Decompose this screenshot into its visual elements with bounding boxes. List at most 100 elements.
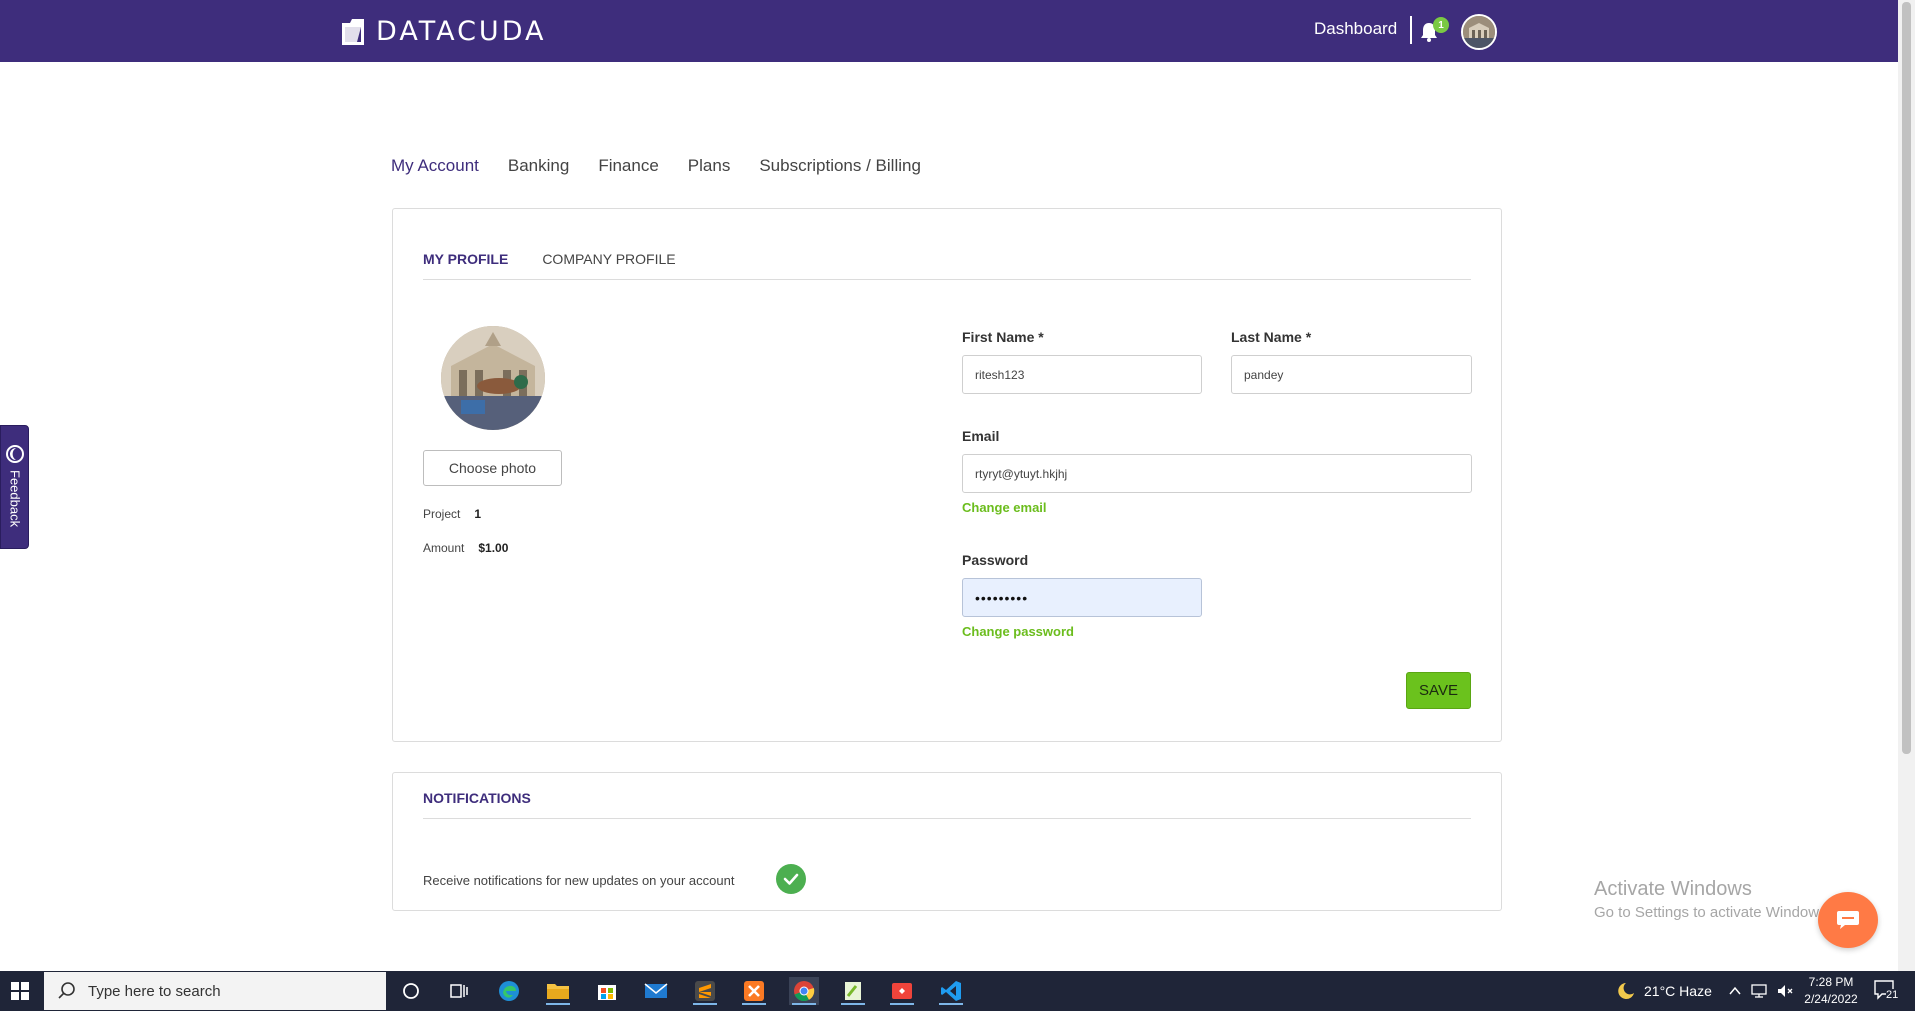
- search-icon: [58, 982, 75, 999]
- anydesk-icon[interactable]: [887, 977, 917, 1005]
- check-icon: [783, 873, 799, 885]
- user-avatar[interactable]: [1461, 14, 1497, 50]
- nav-separator: [1410, 16, 1412, 44]
- chat-icon: [1837, 911, 1859, 929]
- running-indicator: [841, 1003, 865, 1005]
- folder-logo-icon: [342, 18, 364, 45]
- action-center-button[interactable]: 21: [1873, 979, 1899, 1003]
- task-view-glyph: [450, 984, 468, 998]
- weather-widget[interactable]: 21°C Haze: [1614, 971, 1712, 1011]
- edge-glyph: [499, 981, 519, 1001]
- tab-banking[interactable]: Banking: [508, 156, 569, 176]
- action-center-count: 21: [1886, 989, 1899, 1001]
- password-label: Password: [962, 552, 1029, 568]
- mail-icon[interactable]: [641, 977, 671, 1005]
- receive-updates-label: Receive notifications for new updates on…: [423, 873, 735, 888]
- last-name-label: Last Name *: [1231, 329, 1312, 345]
- store-glyph: [598, 985, 616, 1000]
- tab-finance[interactable]: Finance: [598, 156, 658, 176]
- cortana-circle: [403, 983, 419, 999]
- profile-tabs-divider: [423, 279, 1471, 280]
- network-icon[interactable]: [1750, 983, 1770, 999]
- clock-time: 7:28 PM: [1808, 975, 1854, 989]
- taskbar-search-box[interactable]: Type here to search: [44, 972, 386, 1010]
- watermark-line2: Go to Settings to activate Windows.: [1594, 904, 1831, 921]
- tab-plans[interactable]: Plans: [688, 156, 731, 176]
- volume-muted-icon[interactable]: [1776, 983, 1794, 999]
- scrollbar-thumb[interactable]: [1902, 2, 1911, 754]
- profile-photo-image: [441, 326, 545, 430]
- windows-taskbar: Type here to search 21°C Haze 7:28 PM 2/…: [0, 971, 1915, 1011]
- tab-my-account[interactable]: My Account: [391, 156, 479, 176]
- anydesk-glyph: [892, 983, 912, 999]
- project-label: Project: [423, 507, 461, 521]
- change-password-link[interactable]: Change password: [962, 624, 1074, 639]
- project-row: Project 1: [423, 507, 481, 521]
- sublime-glyph: [695, 981, 715, 1001]
- first-name-field[interactable]: ritesh123: [962, 355, 1202, 394]
- choose-photo-button[interactable]: Choose photo: [423, 450, 562, 486]
- notepad-plus-icon[interactable]: [838, 977, 868, 1005]
- running-indicator: [890, 1003, 914, 1005]
- notifications-divider: [423, 818, 1471, 819]
- feedback-tab[interactable]: Feedback: [0, 425, 29, 549]
- sublime-text-icon[interactable]: [690, 977, 720, 1005]
- password-field[interactable]: •••••••••: [962, 578, 1202, 617]
- last-name-field[interactable]: pandey: [1231, 355, 1472, 394]
- activate-windows-watermark: Activate Windows Go to Settings to activ…: [1594, 878, 1831, 921]
- system-tray: [1728, 971, 1794, 1011]
- profile-tabs: MY PROFILE COMPANY PROFILE: [423, 251, 710, 267]
- cortana-icon[interactable]: [396, 977, 426, 1005]
- start-button[interactable]: [0, 971, 40, 1011]
- save-button[interactable]: SAVE: [1406, 672, 1471, 709]
- tab-subscriptions-billing[interactable]: Subscriptions / Billing: [759, 156, 921, 176]
- feedback-label: Feedback: [7, 470, 23, 528]
- xampp-icon[interactable]: [739, 977, 769, 1005]
- brand-name: DATACUDA: [376, 16, 547, 47]
- folder-glyph: [547, 984, 569, 999]
- brand-logo[interactable]: DATACUDA: [340, 16, 546, 47]
- first-name-label: First Name *: [962, 329, 1044, 345]
- notification-badge: 1: [1433, 17, 1449, 33]
- taskbar-clock[interactable]: 7:28 PM 2/24/2022: [1797, 974, 1865, 1008]
- email-label: Email: [962, 428, 1000, 444]
- running-indicator: [546, 1003, 570, 1005]
- notifications-card: NOTIFICATIONS Receive notifications for …: [392, 772, 1502, 911]
- chevron-up-icon[interactable]: [1728, 984, 1742, 998]
- amount-label: Amount: [423, 541, 465, 555]
- search-placeholder: Type here to search: [88, 982, 221, 1000]
- email-field[interactable]: rtyryt@ytuyt.hkjhj: [962, 454, 1472, 493]
- receive-updates-toggle[interactable]: [776, 864, 806, 894]
- edge-browser-icon[interactable]: [494, 977, 524, 1005]
- clock-date: 2/24/2022: [1804, 992, 1858, 1006]
- amount-value: $1.00: [478, 541, 509, 555]
- chrome-icon[interactable]: [789, 977, 819, 1005]
- notepad-glyph: [845, 982, 861, 1000]
- running-indicator: [939, 1003, 963, 1005]
- watermark-line1: Activate Windows: [1594, 878, 1752, 900]
- change-email-link[interactable]: Change email: [962, 500, 1047, 515]
- windows-logo-icon: [11, 982, 29, 1000]
- tab-my-profile[interactable]: MY PROFILE: [423, 251, 508, 267]
- vscode-glyph: [941, 981, 961, 1001]
- chrome-glyph: [794, 981, 815, 1002]
- tab-company-profile[interactable]: COMPANY PROFILE: [542, 251, 675, 267]
- vscode-icon[interactable]: [936, 977, 966, 1005]
- top-navbar: DATACUDA Dashboard 1: [0, 0, 1898, 62]
- feedback-inner: Feedback: [4, 444, 26, 527]
- profile-card: MY PROFILE COMPANY PROFILE Choose photo …: [392, 208, 1502, 742]
- microsoft-store-icon[interactable]: [592, 977, 622, 1005]
- profile-photo: [441, 326, 545, 430]
- task-view-icon[interactable]: [444, 977, 474, 1005]
- mail-glyph: [644, 983, 668, 998]
- running-indicator: [742, 1003, 766, 1005]
- xampp-glyph: [744, 981, 764, 1001]
- moon-icon: [6, 445, 24, 463]
- moon-cloud-icon: [1618, 983, 1634, 999]
- dashboard-link[interactable]: Dashboard: [1314, 19, 1397, 39]
- notifications-title: NOTIFICATIONS: [423, 790, 531, 806]
- running-indicator: [792, 1003, 816, 1005]
- chat-widget-button[interactable]: [1818, 892, 1878, 948]
- file-explorer-icon[interactable]: [543, 977, 573, 1005]
- project-value: 1: [474, 507, 482, 521]
